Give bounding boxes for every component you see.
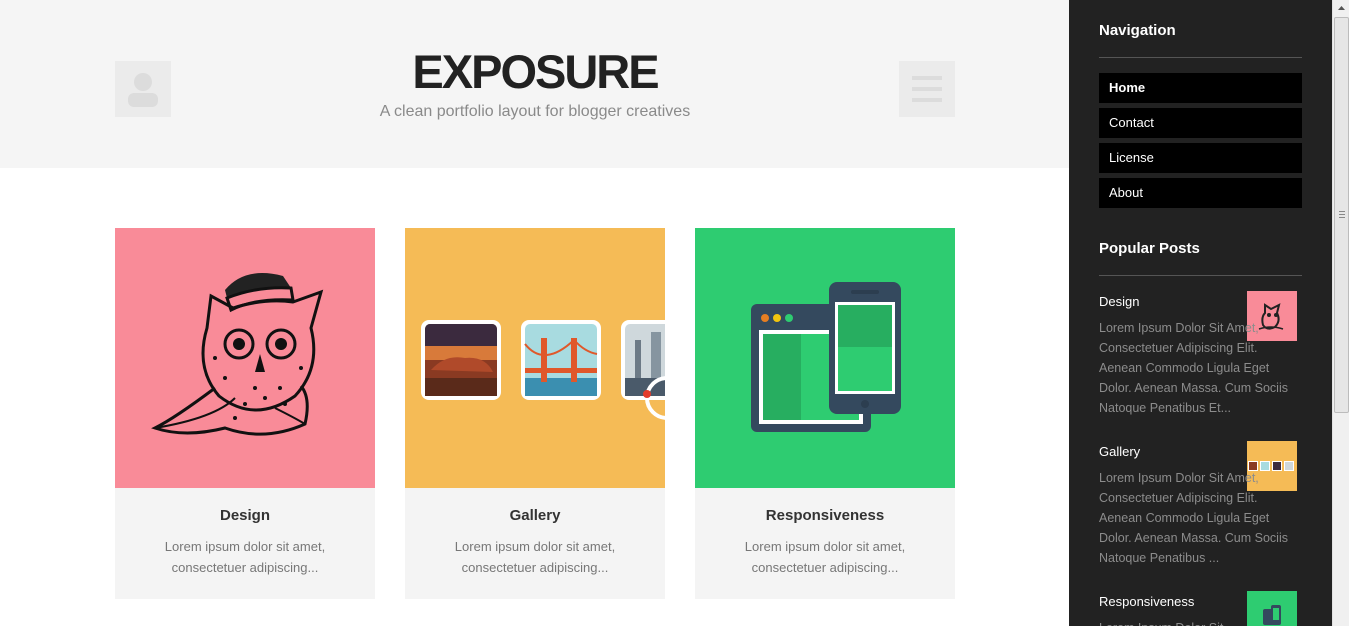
devices-illustration[interactable]	[695, 228, 955, 488]
post-card-gallery[interactable]: Gallery Lorem ipsum dolor sit amet, cons…	[405, 228, 665, 599]
card-excerpt: Lorem ipsum dolor sit amet, consectetuer…	[164, 539, 326, 575]
card-title[interactable]: Gallery	[405, 507, 665, 524]
nav-item-home[interactable]: Home	[1099, 73, 1302, 103]
owl-illustration[interactable]	[115, 228, 375, 488]
divider	[1099, 275, 1302, 276]
scrollbar-thumb[interactable]	[1334, 17, 1349, 413]
nav-item-about[interactable]: About	[1099, 178, 1302, 208]
popular-post-title[interactable]: Responsiveness	[1099, 594, 1194, 609]
page: EXPOSURE A clean portfolio layout for bl…	[0, 0, 1349, 626]
divider	[1099, 57, 1302, 58]
card-title[interactable]: Design	[115, 507, 375, 524]
popular-post-excerpt: Lorem Ipsum Dolor Sit Amet, Consectetuer…	[1099, 321, 1288, 415]
popular-posts-heading: Popular Posts	[1099, 240, 1200, 257]
site-header: EXPOSURE A clean portfolio layout for bl…	[0, 0, 1069, 168]
scroll-up-arrow-icon[interactable]	[1333, 0, 1349, 17]
page-scrollbar[interactable]	[1332, 0, 1349, 626]
popular-post-excerpt: Lorem Ipsum Dolor Sit Amet, Consectetuer…	[1099, 471, 1288, 565]
nav-item-contact[interactable]: Contact	[1099, 108, 1302, 138]
popular-post-title[interactable]: Design	[1099, 294, 1139, 309]
popular-post-excerpt: Lorem Ipsum Dolor Sit	[1099, 618, 1299, 626]
nav-item-license[interactable]: License	[1099, 143, 1302, 173]
popular-post-title[interactable]: Gallery	[1099, 444, 1140, 459]
hamburger-menu-icon[interactable]	[899, 61, 955, 117]
sidebar: Navigation Home Contact License About Po…	[1069, 0, 1332, 626]
navigation-heading: Navigation	[1099, 22, 1176, 39]
card-excerpt: Lorem ipsum dolor sit amet, consectetuer…	[744, 539, 906, 575]
post-card-design[interactable]: Design Lorem ipsum dolor sit amet, conse…	[115, 228, 375, 599]
card-title[interactable]: Responsiveness	[695, 507, 955, 524]
post-card-responsiveness[interactable]: Responsiveness Lorem ipsum dolor sit ame…	[695, 228, 955, 599]
card-excerpt: Lorem ipsum dolor sit amet, consectetuer…	[454, 539, 616, 575]
landscape-photo-icons[interactable]	[405, 228, 665, 488]
